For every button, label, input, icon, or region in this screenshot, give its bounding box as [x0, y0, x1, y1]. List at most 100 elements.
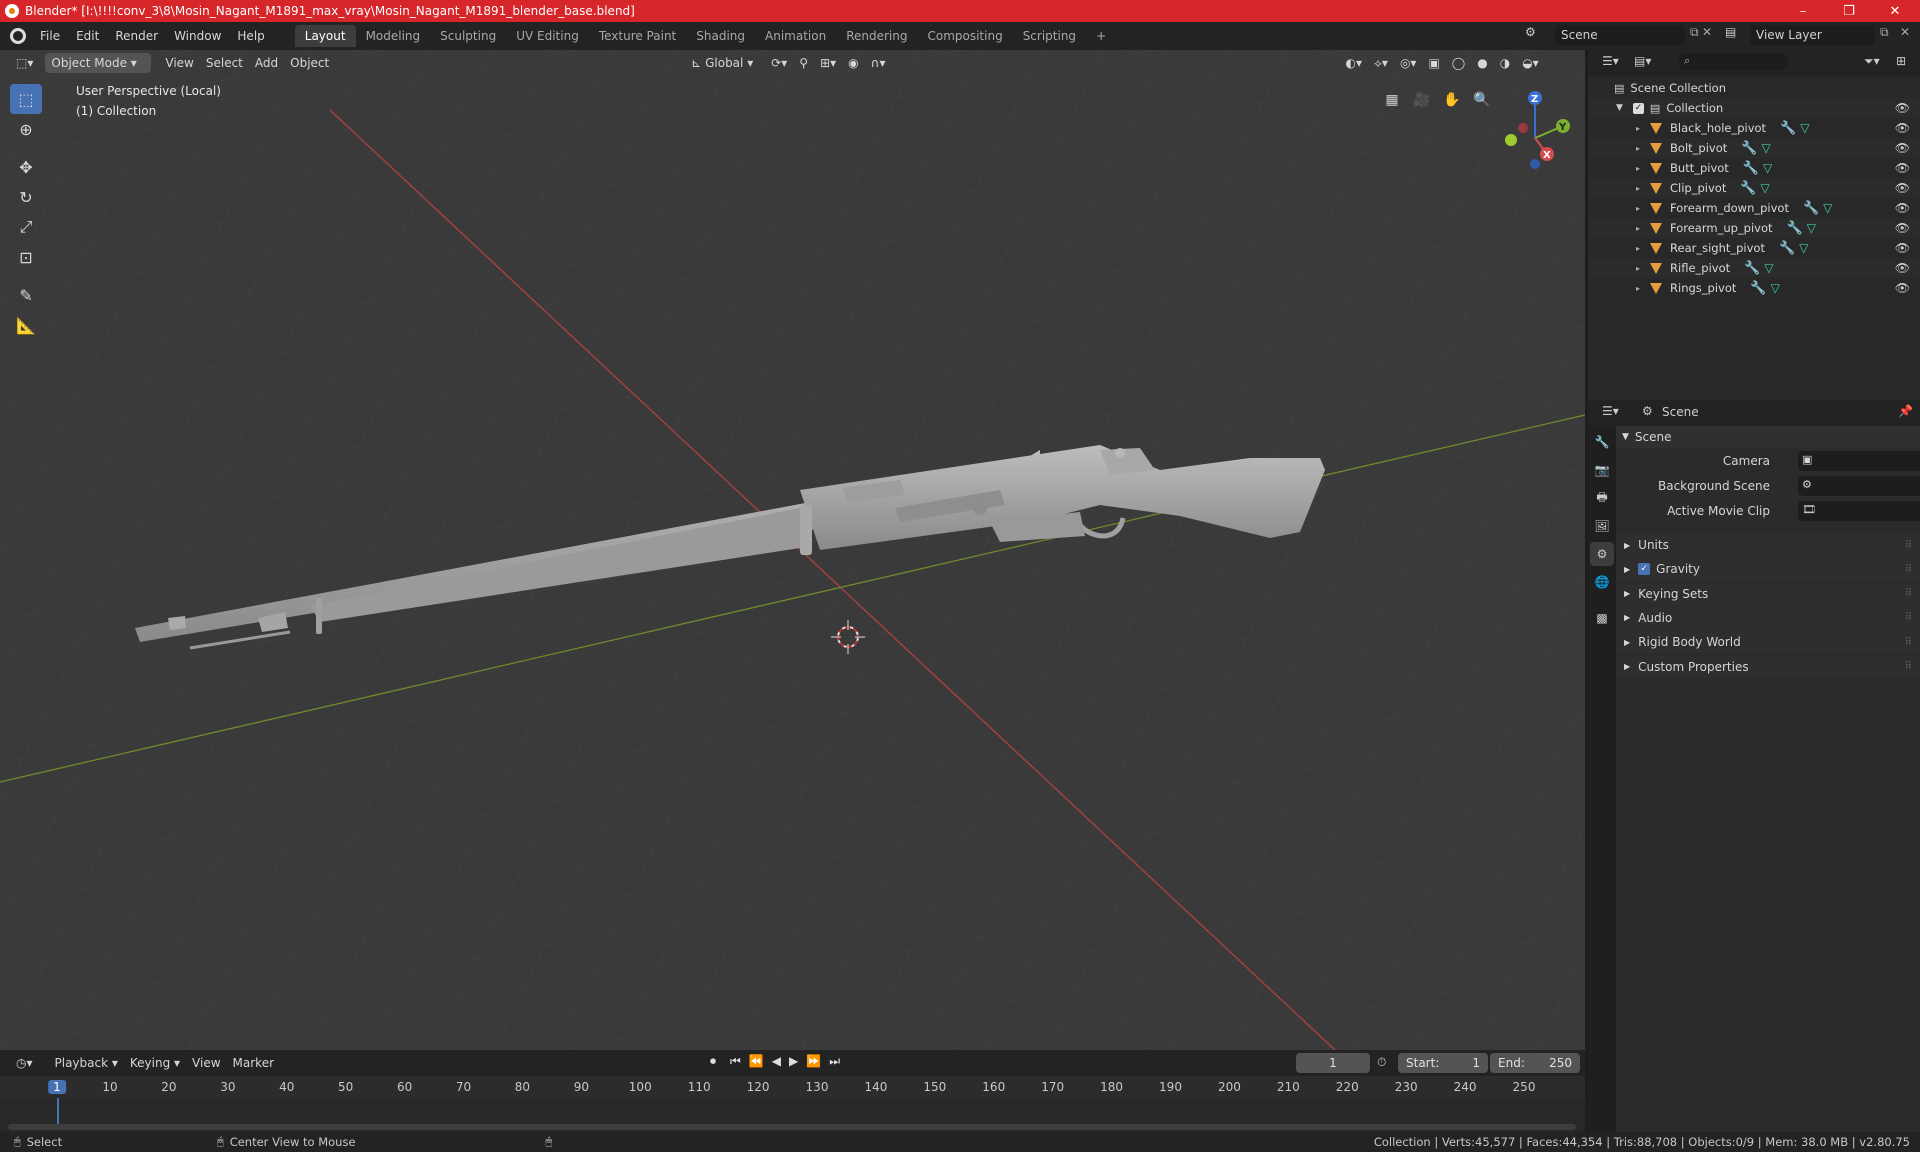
expand-arrow-icon[interactable]: ▸ — [1636, 224, 1640, 233]
tab-compositing[interactable]: Compositing — [917, 25, 1012, 47]
scale-tool-icon[interactable]: ⤢ — [10, 212, 42, 242]
prev-keyframe-icon[interactable]: ⏪ — [749, 1054, 764, 1069]
visibility-eye-icon[interactable]: 👁 — [1895, 121, 1910, 135]
outliner-object-row[interactable]: ▸ Rifle_pivot 🔧 ▽ 👁 — [1588, 258, 1920, 278]
grid-view-icon[interactable]: ▦ — [1380, 88, 1404, 112]
timeline-view-menu[interactable]: View — [186, 1053, 226, 1073]
tab-animation[interactable]: Animation — [755, 25, 836, 47]
jump-end-icon[interactable]: ⏭ — [829, 1054, 840, 1069]
delete-scene-icon[interactable]: ✕ — [1702, 25, 1712, 39]
viewport-menu-add[interactable]: Add — [249, 53, 284, 73]
mesh-data-icon[interactable]: ▽ — [1799, 241, 1808, 255]
camera-view-icon[interactable]: 🎥 — [1410, 88, 1434, 112]
pivot-icon[interactable]: ⟳▾ — [765, 53, 793, 73]
world-tab-icon[interactable]: 🌐 — [1590, 570, 1614, 594]
drag-handle-icon[interactable]: ⠿ — [1905, 661, 1912, 672]
modifier-icon[interactable]: 🔧 — [1779, 241, 1795, 256]
xray-icon[interactable]: ▣ — [1422, 53, 1445, 73]
next-keyframe-icon[interactable]: ⏩ — [806, 1054, 821, 1069]
outliner-object-row[interactable]: ▸ Butt_pivot 🔧 ▽ 👁 — [1588, 158, 1920, 178]
mode-dropdown[interactable]: Object Mode ▾ — [45, 53, 152, 73]
gravity-checkbox[interactable]: ✓ — [1638, 563, 1651, 576]
mesh-data-icon[interactable]: ▽ — [1800, 121, 1809, 135]
gizmo-toggle-icon[interactable]: ⟡▾ — [1368, 53, 1394, 73]
cursor-tool-icon[interactable]: ⊕ — [10, 114, 42, 144]
transform-tool-icon[interactable]: ⊡ — [10, 242, 42, 272]
play-reverse-icon[interactable]: ◀ — [772, 1054, 781, 1069]
delete-view-layer-icon[interactable]: ✕ — [1900, 25, 1910, 39]
mesh-data-icon[interactable]: ▽ — [1763, 161, 1772, 175]
visibility-icon[interactable]: ◐▾ — [1339, 53, 1368, 73]
modifier-icon[interactable]: 🔧 — [1787, 221, 1803, 236]
outliner-object-row[interactable]: ▸ Bolt_pivot 🔧 ▽ 👁 — [1588, 138, 1920, 158]
properties-section-header[interactable]: ▶ Audio ⠿ — [1616, 606, 1920, 629]
properties-section-header[interactable]: ▶ ✓ Gravity ⠿ — [1616, 558, 1920, 581]
end-frame-field[interactable]: End: 250 — [1490, 1053, 1580, 1073]
mesh-data-icon[interactable]: ▽ — [1771, 281, 1780, 295]
camera-field[interactable]: ▣ ✎ — [1798, 451, 1920, 471]
menu-file[interactable]: File — [32, 25, 68, 47]
outliner-object-row[interactable]: ▸ Rear_sight_pivot 🔧 ▽ 👁 — [1588, 238, 1920, 258]
mesh-data-icon[interactable]: ▽ — [1761, 141, 1770, 155]
expand-arrow-icon[interactable]: ▸ — [1636, 244, 1640, 253]
properties-section-header[interactable]: ▶ Keying Sets ⠿ — [1616, 582, 1920, 605]
menu-render[interactable]: Render — [107, 25, 166, 47]
filter-icon[interactable]: ⏷▾ — [1864, 54, 1880, 69]
modifier-icon[interactable]: 🔧 — [1740, 181, 1756, 196]
properties-editor-icon[interactable]: ☰▾ — [1602, 404, 1619, 418]
expand-arrow-icon[interactable]: ▸ — [1636, 164, 1640, 173]
drag-handle-icon[interactable]: ⠿ — [1905, 588, 1912, 599]
properties-section-header[interactable]: ▶ Custom Properties ⠿ — [1616, 655, 1920, 678]
visibility-eye-icon[interactable]: 👁 — [1895, 141, 1910, 155]
maximize-button[interactable]: ❐ — [1826, 0, 1872, 22]
move-tool-icon[interactable]: ✥ — [10, 152, 42, 182]
modifier-icon[interactable]: 🔧 — [1750, 281, 1766, 296]
active-movie-clip-field[interactable]: 🎞 — [1798, 501, 1920, 521]
expand-arrow-icon[interactable]: ▸ — [1636, 264, 1640, 273]
outliner-object-row[interactable]: ▸ Forearm_down_pivot 🔧 ▽ 👁 — [1588, 198, 1920, 218]
collection-checkbox[interactable]: ✓ — [1632, 102, 1644, 114]
menu-window[interactable]: Window — [166, 25, 229, 47]
jump-start-icon[interactable]: ⏮ — [730, 1054, 741, 1069]
new-view-layer-icon[interactable]: ⧉ — [1880, 25, 1889, 40]
tab-rendering[interactable]: Rendering — [836, 25, 917, 47]
section-expand-icon[interactable]: ▶ — [1624, 541, 1630, 550]
tab-sculpting[interactable]: Sculpting — [430, 25, 506, 47]
outliner-search-input[interactable]: ⌕ — [1678, 53, 1788, 71]
play-icon[interactable]: ▶ — [789, 1054, 798, 1069]
expand-arrow-icon[interactable]: ▸ — [1636, 144, 1640, 153]
new-scene-icon[interactable]: ⧉ — [1690, 25, 1699, 40]
modifier-icon[interactable]: 🔧 — [1744, 261, 1760, 276]
visibility-eye-icon[interactable]: 👁 — [1895, 261, 1910, 275]
section-expand-icon[interactable]: ▶ — [1624, 613, 1630, 622]
modifier-icon[interactable]: 🔧 — [1743, 161, 1759, 176]
minimize-button[interactable]: – — [1780, 0, 1826, 22]
section-expand-icon[interactable]: ▶ — [1624, 589, 1630, 598]
visibility-eye-icon[interactable]: 👁 — [1895, 241, 1910, 255]
drag-handle-icon[interactable]: ⠿ — [1905, 564, 1912, 575]
falloff-icon[interactable]: ∩▾ — [865, 53, 892, 73]
visibility-eye-icon[interactable]: 👁 — [1895, 161, 1910, 175]
snap-options-icon[interactable]: ⊞▾ — [814, 53, 842, 73]
section-expand-icon[interactable]: ▶ — [1624, 638, 1630, 647]
select-box-tool-icon[interactable]: ⬚ — [10, 84, 42, 114]
3d-viewport[interactable]: ⬚▾ Object Mode ▾ View Select Add Object … — [0, 50, 1585, 1050]
record-icon[interactable]: ⏺ — [710, 1054, 716, 1069]
tab-shading[interactable]: Shading — [686, 25, 755, 47]
expand-arrow-icon[interactable]: ▸ — [1636, 284, 1640, 293]
expand-arrow-icon[interactable]: ▸ — [1636, 124, 1640, 133]
tab-scripting[interactable]: Scripting — [1013, 25, 1086, 47]
new-collection-icon[interactable]: ⊞ — [1896, 54, 1906, 68]
mesh-data-icon[interactable]: ▽ — [1761, 181, 1770, 195]
tab-modeling[interactable]: Modeling — [356, 25, 431, 47]
outliner-object-row[interactable]: ▸ Rings_pivot 🔧 ▽ 👁 — [1588, 278, 1920, 298]
scene-tab-icon[interactable]: ⚙ — [1590, 542, 1614, 566]
outliner-object-row[interactable]: ▸ Black_hole_pivot 🔧 ▽ 👁 — [1588, 118, 1920, 138]
orientation-dropdown[interactable]: ⊾ Global ▾ — [685, 53, 759, 73]
preview-range-icon[interactable]: ⏱ — [1377, 1055, 1386, 1070]
start-frame-field[interactable]: Start: 1 — [1398, 1053, 1488, 1073]
section-expand-icon[interactable]: ▶ — [1624, 565, 1630, 574]
view-layer-field[interactable]: View Layer — [1750, 25, 1875, 45]
modifier-icon[interactable]: 🔧 — [1803, 201, 1819, 216]
expand-arrow-icon[interactable]: ▸ — [1636, 204, 1640, 213]
